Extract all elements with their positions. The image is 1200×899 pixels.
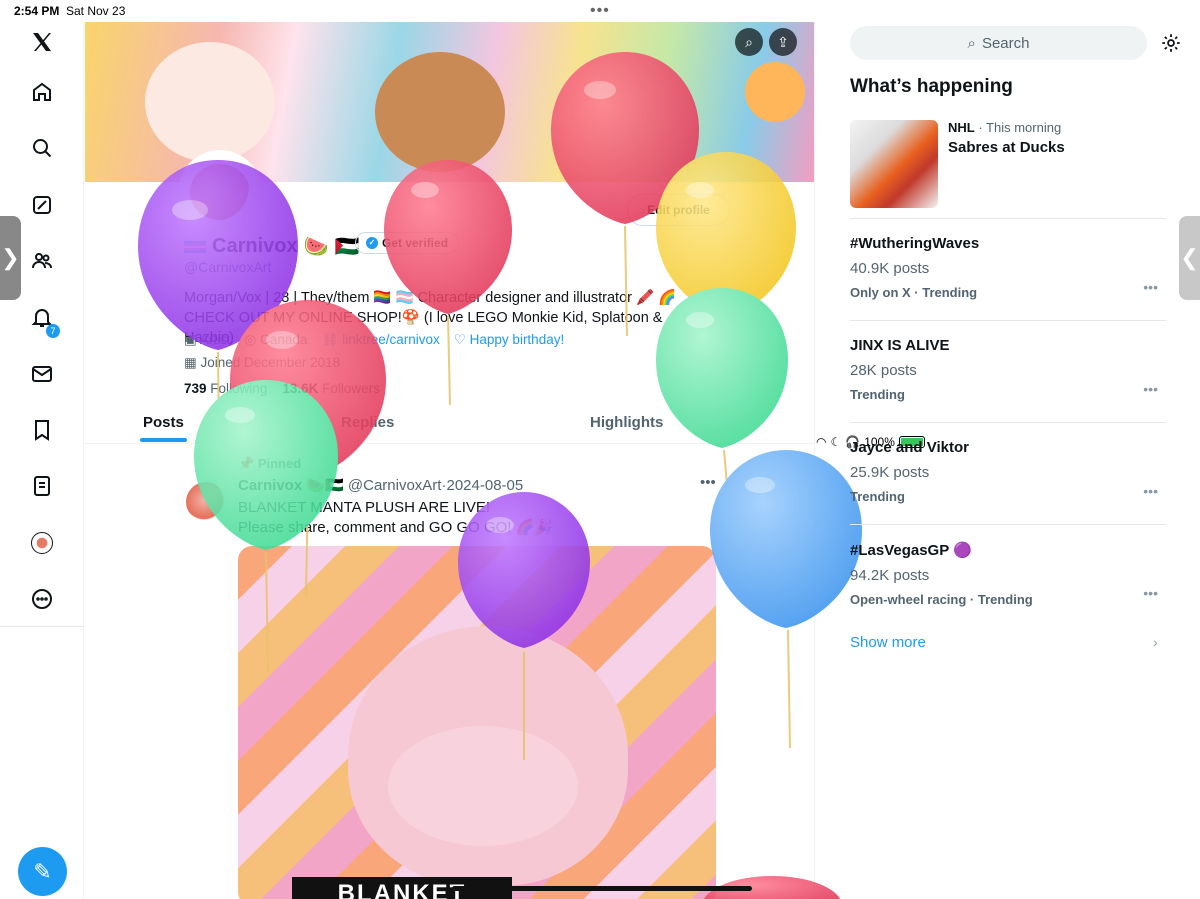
right-sidebar: ⌕ Search What’s happening NHL · This mor… <box>816 22 1200 899</box>
notifications-badge: 7 <box>46 324 60 338</box>
chevron-right-icon: › <box>1153 634 1158 650</box>
balloon-icon: ♡ <box>453 332 470 347</box>
status-time: 2:54 PM <box>14 4 60 18</box>
whats-happening-heading: What’s happening <box>850 76 1013 97</box>
tab-replies[interactable]: Replies <box>341 414 394 431</box>
post-author-name[interactable]: Carnivox 🍉🇵🇸 <box>238 477 344 494</box>
verified-check-icon: ✓ <box>366 237 378 249</box>
bookmarks-icon[interactable] <box>28 416 56 444</box>
home-icon[interactable] <box>28 78 56 106</box>
grok-icon[interactable] <box>28 191 56 219</box>
home-indicator[interactable] <box>452 886 752 891</box>
edit-profile-button[interactable]: Edit profile <box>627 194 730 226</box>
post-author-handle[interactable]: @CarnivoxArt <box>348 477 442 494</box>
follow-counts: 739 Following 13.6K Followers <box>184 381 380 396</box>
tab-posts[interactable]: Posts <box>143 414 184 431</box>
profile-name: Carnivox 🍉 🇵🇸 <box>184 234 359 259</box>
followers-link[interactable]: 13.6K Followers <box>282 381 380 396</box>
occupation: ▣ Artist <box>184 332 231 347</box>
birthday: ♡ Happy birthday! <box>453 332 565 347</box>
news-meta: NHL · This morning <box>948 120 1062 135</box>
trans-flag-icon <box>184 240 206 253</box>
trend-item[interactable]: JINX IS ALIVE 28K posts Trending ••• <box>850 337 1166 402</box>
watermelon-icon: 🍉 <box>303 236 329 258</box>
messages-icon[interactable] <box>28 360 56 388</box>
slide-over-handle-left[interactable]: ❯ <box>0 216 21 300</box>
calendar-icon: ▦ <box>184 355 201 370</box>
profile-main-column: ⌕ ⇪ Edit profile Carnivox 🍉 🇵🇸 ✓ Get ver… <box>85 22 815 899</box>
trend-item[interactable]: Jayce and Viktor 25.9K posts Trending ••… <box>850 439 1166 504</box>
multitasking-dots-icon[interactable]: ••• <box>590 2 610 20</box>
feather-plus-icon: ✎ <box>33 858 52 884</box>
post-more-icon[interactable]: ••• <box>700 474 716 491</box>
profile-avatar[interactable] <box>178 150 262 234</box>
profile-avatar-nav[interactable] <box>28 529 56 557</box>
lists-icon[interactable] <box>28 472 56 500</box>
communities-icon[interactable] <box>28 247 56 275</box>
nav-divider <box>0 626 84 627</box>
link-icon: ⛓ <box>321 332 343 347</box>
tab-highlights[interactable]: Highlights <box>590 414 663 431</box>
profile-tabs: Posts Replies Highlights <box>85 406 814 444</box>
trend-item[interactable]: #WutheringWaves 40.9K posts Only on X · … <box>850 235 1166 300</box>
profile-handle: @CarnivoxArt <box>184 259 272 275</box>
profile-meta: ▣ Artist ◎ Canada ⛓ linktree/carnivox ♡ … <box>184 332 564 348</box>
post-avatar[interactable] <box>186 482 226 522</box>
get-verified-button[interactable]: ✓ Get verified <box>355 232 460 254</box>
location-pin-icon: ◎ <box>244 332 261 347</box>
pin-icon: 📌 <box>238 456 258 471</box>
divider <box>850 422 1166 423</box>
profile-search-button[interactable]: ⌕ <box>735 28 763 56</box>
post-image[interactable]: BLANKET <box>238 546 716 899</box>
active-tab-indicator <box>140 438 187 442</box>
following-link[interactable]: 739 Following <box>184 381 267 396</box>
search-icon: ⌕ <box>967 34 976 52</box>
trend-item[interactable]: #LasVegasGP 🟣 94.2K posts Open-wheel rac… <box>850 541 1166 607</box>
trend-more-icon[interactable]: ••• <box>1143 585 1158 601</box>
left-navigation: 7 ✎ <box>0 22 84 899</box>
post-header: Carnivox 🍉🇵🇸 @CarnivoxArt·2024-08-05 <box>238 477 524 494</box>
pinned-label: 📌 Pinned <box>238 456 302 471</box>
divider <box>850 218 1166 219</box>
profile-link[interactable]: ⛓ linktree/carnivox <box>321 332 439 348</box>
more-icon[interactable] <box>28 585 56 613</box>
gear-icon[interactable] <box>1160 32 1182 54</box>
post-date[interactable]: 2024-08-05 <box>446 477 523 494</box>
status-bar: 2:54 PM Sat Nov 23 ••• ◠ ☾ 🎧 100% <box>0 0 1200 449</box>
slide-over-handle-right[interactable]: ❮ <box>1179 216 1200 300</box>
search-input[interactable]: ⌕ Search <box>850 26 1147 60</box>
divider <box>850 320 1166 321</box>
trend-more-icon[interactable]: ••• <box>1143 279 1158 295</box>
status-date: Sat Nov 23 <box>66 4 126 18</box>
search-icon[interactable] <box>28 134 56 162</box>
briefcase-icon: ▣ <box>184 332 200 347</box>
show-more-link[interactable]: Show more <box>850 634 926 651</box>
share-button[interactable]: ⇪ <box>769 28 797 56</box>
trend-more-icon[interactable]: ••• <box>1143 483 1158 499</box>
post-text: BLANKET MANTA PLUSH ARE LIVE! Please sha… <box>238 499 553 536</box>
news-thumbnail[interactable] <box>850 120 938 208</box>
divider <box>850 524 1166 525</box>
x-logo-icon[interactable] <box>28 28 56 56</box>
news-title[interactable]: Sabres at Ducks <box>948 139 1065 156</box>
trend-more-icon[interactable]: ••• <box>1143 381 1158 397</box>
compose-post-button[interactable]: ✎ <box>18 847 67 896</box>
joined-date: ▦ Joined December 2018 <box>184 355 341 370</box>
location: ◎ Canada <box>244 332 308 347</box>
